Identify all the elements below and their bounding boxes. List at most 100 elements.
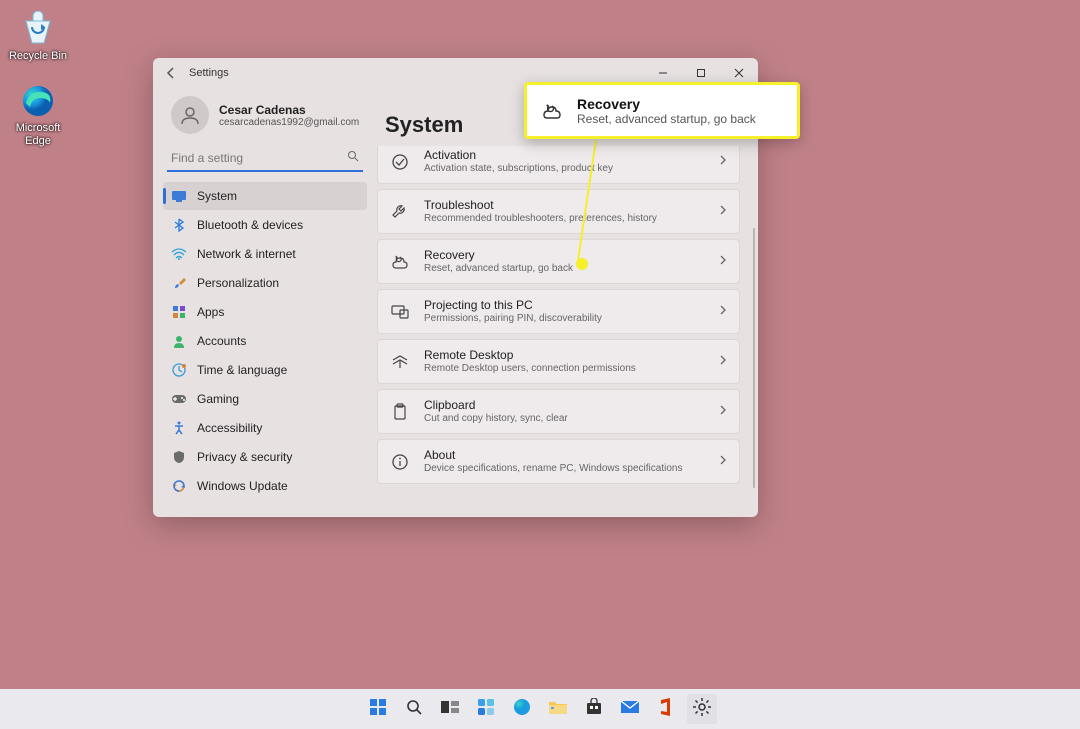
taskbar-item-start[interactable]	[363, 694, 393, 724]
sidebar-item-label: System	[197, 189, 237, 203]
sidebar-item-privacy[interactable]: Privacy & security	[163, 443, 367, 471]
profile-email: cesarcadenas1992@gmail.com	[219, 117, 359, 128]
sidebar-item-bluetooth[interactable]: Bluetooth & devices	[163, 211, 367, 239]
sidebar-item-system[interactable]: System	[163, 182, 367, 210]
item-sub: Activation state, subscriptions, product…	[424, 162, 705, 175]
back-button[interactable]	[159, 61, 183, 85]
apps-icon	[171, 304, 187, 320]
taskbar-item-taskview[interactable]	[435, 694, 465, 724]
system-item-remote[interactable]: Remote DesktopRemote Desktop users, conn…	[377, 339, 740, 384]
sidebar-item-label: Apps	[197, 305, 224, 319]
sidebar-item-label: Accounts	[197, 334, 246, 348]
callout-sub: Reset, advanced startup, go back	[577, 112, 756, 126]
office-icon	[658, 697, 674, 722]
chevron-right-icon	[719, 303, 727, 321]
taskbar-item-mail[interactable]	[615, 694, 645, 724]
system-item-clipboard[interactable]: ClipboardCut and copy history, sync, cle…	[377, 389, 740, 434]
explorer-icon	[548, 699, 568, 720]
time-icon	[171, 362, 187, 378]
taskbar-item-edge[interactable]	[507, 694, 537, 724]
desktop-icon-recycle-bin[interactable]: Recycle Bin	[8, 10, 68, 63]
item-title: Projecting to this PC	[424, 298, 705, 312]
bluetooth-icon	[171, 217, 187, 233]
sidebar: Cesar Cadenas cesarcadenas1992@gmail.com…	[153, 88, 373, 517]
search-input[interactable]	[171, 151, 347, 165]
profile-block[interactable]: Cesar Cadenas cesarcadenas1992@gmail.com	[163, 92, 367, 146]
chevron-right-icon	[719, 203, 727, 221]
sidebar-item-gaming[interactable]: Gaming	[163, 385, 367, 413]
settings-icon	[692, 697, 712, 722]
taskbar-item-explorer[interactable]	[543, 694, 573, 724]
item-title: Recovery	[424, 248, 705, 262]
item-sub: Cut and copy history, sync, clear	[424, 412, 705, 425]
system-item-check[interactable]: ActivationActivation state, subscription…	[377, 146, 740, 184]
chevron-right-icon	[719, 453, 727, 471]
sidebar-item-account[interactable]: Accounts	[163, 327, 367, 355]
recycle-bin-icon	[19, 10, 57, 48]
sidebar-item-time[interactable]: Time & language	[163, 356, 367, 384]
sidebar-item-label: Gaming	[197, 392, 239, 406]
sidebar-item-wifi[interactable]: Network & internet	[163, 240, 367, 268]
taskbar-item-store[interactable]	[579, 694, 609, 724]
item-title: Remote Desktop	[424, 348, 705, 362]
sidebar-item-label: Privacy & security	[197, 450, 292, 464]
sidebar-item-label: Accessibility	[197, 421, 262, 435]
window-title: Settings	[189, 67, 229, 79]
sidebar-item-apps[interactable]: Apps	[163, 298, 367, 326]
mail-icon	[620, 699, 640, 720]
item-title: About	[424, 448, 705, 462]
main-content: System ActivationActivation state, subsc…	[373, 88, 758, 517]
taskview-icon	[440, 699, 460, 720]
access-icon	[171, 420, 187, 436]
desktop-icon-label: Recycle Bin	[9, 50, 67, 63]
search-icon	[347, 149, 359, 167]
edge-icon	[512, 697, 532, 722]
start-icon	[368, 697, 388, 722]
wrench-icon	[390, 202, 410, 222]
chevron-right-icon	[719, 253, 727, 271]
check-icon	[390, 152, 410, 172]
taskbar-item-widgets[interactable]	[471, 694, 501, 724]
nav-list: System Bluetooth & devicesNetwork & inter…	[163, 182, 367, 500]
item-sub: Device specifications, rename PC, Window…	[424, 462, 705, 475]
sidebar-item-brush[interactable]: Personalization	[163, 269, 367, 297]
item-sub: Reset, advanced startup, go back	[424, 262, 705, 275]
callout-dot	[576, 258, 588, 270]
system-item-project[interactable]: Projecting to this PCPermissions, pairin…	[377, 289, 740, 334]
update-icon	[171, 478, 187, 494]
search-input-wrapper[interactable]	[167, 146, 363, 172]
avatar	[171, 96, 209, 134]
sidebar-item-label: Personalization	[197, 276, 279, 290]
taskbar-item-office[interactable]	[651, 694, 681, 724]
scrollbar[interactable]	[753, 228, 755, 488]
item-title: Activation	[424, 148, 705, 162]
widgets-icon	[476, 697, 496, 722]
profile-name: Cesar Cadenas	[219, 103, 359, 117]
sidebar-item-access[interactable]: Accessibility	[163, 414, 367, 442]
taskbar-item-search[interactable]	[399, 694, 429, 724]
edge-icon	[19, 82, 57, 120]
sidebar-item-label: Windows Update	[197, 479, 288, 493]
item-sub: Remote Desktop users, connection permiss…	[424, 362, 705, 375]
system-item-recovery[interactable]: RecoveryReset, advanced startup, go back	[377, 239, 740, 284]
system-item-wrench[interactable]: TroubleshootRecommended troubleshooters,…	[377, 189, 740, 234]
wifi-icon	[171, 246, 187, 262]
item-title: Troubleshoot	[424, 198, 705, 212]
item-sub: Recommended troubleshooters, preferences…	[424, 212, 705, 225]
taskbar-item-settings[interactable]	[687, 694, 717, 724]
system-item-about[interactable]: AboutDevice specifications, rename PC, W…	[377, 439, 740, 484]
system-items: ActivationActivation state, subscription…	[377, 146, 740, 484]
item-title: Clipboard	[424, 398, 705, 412]
remote-icon	[390, 352, 410, 372]
project-icon	[390, 302, 410, 322]
brush-icon	[171, 275, 187, 291]
privacy-icon	[171, 449, 187, 465]
sidebar-item-update[interactable]: Windows Update	[163, 472, 367, 500]
recovery-icon	[390, 252, 410, 272]
desktop-icon-edge[interactable]: Microsoft Edge	[8, 82, 68, 148]
taskbar	[0, 689, 1080, 729]
about-icon	[390, 452, 410, 472]
desktop-icon-label: Microsoft Edge	[8, 122, 68, 148]
gaming-icon	[171, 391, 187, 407]
chevron-right-icon	[719, 353, 727, 371]
